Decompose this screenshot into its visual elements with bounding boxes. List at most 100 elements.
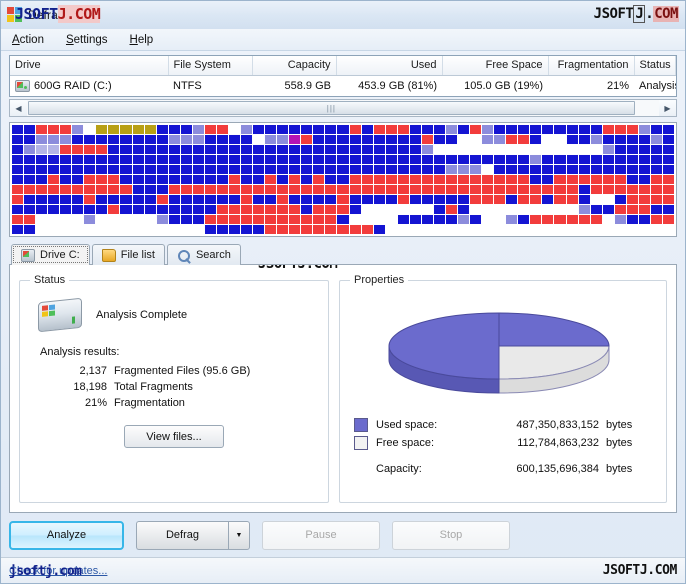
- map-block: [542, 195, 553, 204]
- legend-swatch-used: [354, 418, 368, 432]
- map-block: [241, 145, 252, 154]
- map-block: [627, 175, 638, 184]
- map-block: [253, 205, 264, 214]
- map-block: [374, 195, 385, 204]
- pause-button[interactable]: Pause: [262, 521, 380, 550]
- map-block: [350, 215, 361, 224]
- map-block: [145, 165, 156, 174]
- scrollbar-thumb[interactable]: |||: [28, 101, 635, 115]
- menu-help[interactable]: Help: [127, 32, 157, 48]
- map-block: [663, 145, 674, 154]
- map-block: [337, 125, 348, 134]
- map-block: [554, 125, 565, 134]
- stop-button[interactable]: Stop: [392, 521, 510, 550]
- pie-chart-legend: Used space: 487,350,833,152 bytes Free s…: [354, 416, 646, 478]
- map-block: [96, 145, 107, 154]
- map-block: [169, 175, 180, 184]
- scroll-right-icon[interactable]: ▶: [659, 100, 676, 116]
- map-block: [458, 125, 469, 134]
- map-block: [145, 215, 156, 224]
- menu-settings[interactable]: Settings: [63, 32, 111, 48]
- map-block: [374, 125, 385, 134]
- column-header-file-system[interactable]: File System: [168, 56, 252, 75]
- map-block: [591, 215, 602, 224]
- tab-drive-c[interactable]: Drive C:: [11, 244, 90, 265]
- map-block: [446, 165, 457, 174]
- map-block: [313, 135, 324, 144]
- drive-list-header: Drive File System Capacity Used Free Spa…: [10, 56, 676, 75]
- tab-drive-c-label: Drive C:: [40, 249, 80, 261]
- map-block: [145, 185, 156, 194]
- status-bar: Check for updates... jsoftj.com JSOFTJ.C…: [1, 557, 685, 583]
- map-block: [181, 145, 192, 154]
- map-block: [205, 195, 216, 204]
- map-block: [36, 215, 47, 224]
- column-header-used[interactable]: Used: [336, 56, 442, 75]
- map-block: [434, 145, 445, 154]
- map-block: [494, 135, 505, 144]
- map-block: [157, 145, 168, 154]
- map-block: [229, 185, 240, 194]
- column-header-free-space[interactable]: Free Space: [442, 56, 548, 75]
- tab-search[interactable]: Search: [167, 244, 241, 265]
- map-block: [253, 215, 264, 224]
- defrag-button[interactable]: Defrag: [136, 521, 228, 550]
- map-block: [60, 165, 71, 174]
- map-block: [482, 165, 493, 174]
- legend-value-free: 112,784,863,232: [488, 434, 606, 452]
- cell-status: Analysis Co: [634, 75, 676, 96]
- chevron-down-icon[interactable]: ▼: [228, 521, 250, 550]
- map-block: [410, 205, 421, 214]
- map-block: [205, 155, 216, 164]
- map-block: [470, 225, 481, 234]
- map-block: [253, 195, 264, 204]
- drive-map[interactable]: [9, 122, 677, 237]
- map-block: [579, 165, 590, 174]
- legend-item-used-space: Used space: 487,350,833,152 bytes: [354, 416, 646, 434]
- map-block: [350, 185, 361, 194]
- drive-list[interactable]: Drive File System Capacity Used Free Spa…: [9, 55, 677, 97]
- map-block: [434, 125, 445, 134]
- horizontal-scrollbar[interactable]: ◀ ||| ▶: [9, 99, 677, 117]
- map-block: [554, 135, 565, 144]
- column-header-drive[interactable]: Drive: [10, 56, 168, 75]
- map-block: [289, 185, 300, 194]
- map-block: [72, 145, 83, 154]
- table-row[interactable]: 600G RAID (C:) NTFS 558.9 GB 453.9 GB (8…: [10, 75, 676, 96]
- defrag-split-button[interactable]: Defrag ▼: [136, 521, 250, 550]
- column-header-capacity[interactable]: Capacity: [252, 56, 336, 75]
- map-block: [627, 215, 638, 224]
- map-block: [639, 165, 650, 174]
- map-block: [422, 205, 433, 214]
- map-block: [169, 225, 180, 234]
- map-block: [362, 185, 373, 194]
- column-header-fragmentation[interactable]: Fragmentation: [548, 56, 634, 75]
- map-block: [277, 225, 288, 234]
- cell-used: 453.9 GB (81%): [336, 75, 442, 96]
- map-block: [36, 175, 47, 184]
- map-block: [350, 175, 361, 184]
- map-block: [374, 155, 385, 164]
- map-block: [422, 125, 433, 134]
- map-block: [12, 185, 23, 194]
- map-block: [554, 165, 565, 174]
- map-block: [567, 155, 578, 164]
- drive-icon: [15, 80, 30, 92]
- map-block: [542, 215, 553, 224]
- view-files-button[interactable]: View files...: [124, 425, 224, 448]
- map-block: [374, 165, 385, 174]
- drive-map-grid[interactable]: [12, 125, 674, 234]
- scroll-left-icon[interactable]: ◀: [10, 100, 27, 116]
- map-block: [313, 185, 324, 194]
- map-block: [157, 225, 168, 234]
- cell-capacity: 558.9 GB: [252, 75, 336, 96]
- menu-action[interactable]: Action: [9, 32, 47, 48]
- map-block: [579, 135, 590, 144]
- column-header-status[interactable]: Status: [634, 56, 676, 75]
- map-block: [205, 145, 216, 154]
- tab-file-list[interactable]: File list: [92, 244, 165, 265]
- map-block: [350, 155, 361, 164]
- scrollbar-track[interactable]: |||: [27, 100, 659, 116]
- map-block: [193, 215, 204, 224]
- analyze-button[interactable]: Analyze: [9, 521, 124, 550]
